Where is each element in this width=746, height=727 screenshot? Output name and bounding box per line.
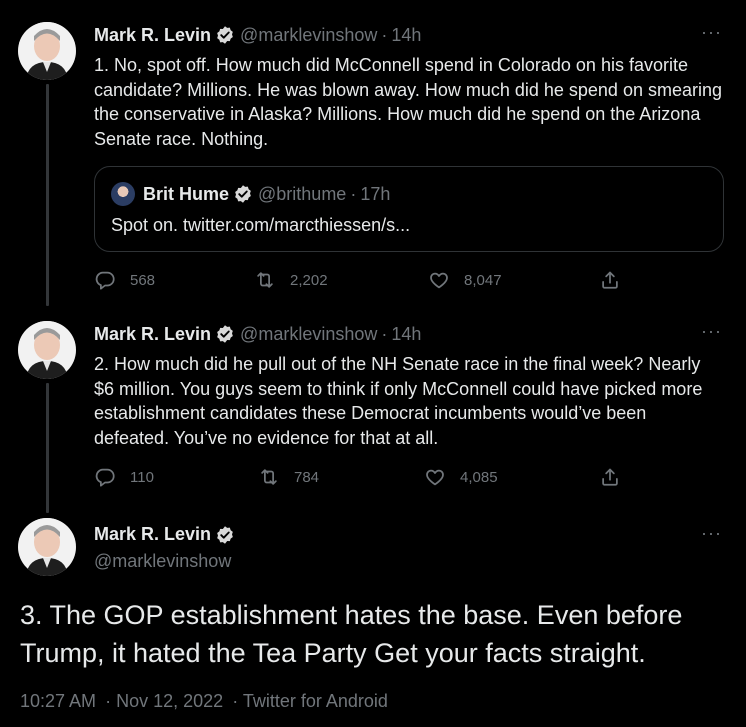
tweet-time[interactable]: 14h — [391, 25, 421, 46]
share-icon — [602, 271, 618, 289]
retweet-button[interactable]: 784 — [258, 466, 319, 488]
tweet-2[interactable]: Mark R. Levin @marklevinshow · 14h ··· 2… — [0, 305, 746, 513]
quoted-tweet[interactable]: Brit Hume @brithume · 17h Spot on. twitt… — [94, 166, 724, 252]
tweet-actions: 568 2,202 8,047 — [94, 269, 634, 293]
author-name[interactable]: Mark R. Levin — [94, 524, 211, 545]
author-handle[interactable]: @marklevinshow — [94, 551, 240, 572]
reply-count: 110 — [130, 468, 154, 486]
verified-badge-icon — [217, 525, 233, 544]
reply-button[interactable]: 110 — [94, 466, 154, 488]
more-icon[interactable]: ··· — [701, 22, 722, 43]
tweet-source[interactable]: Twitter for Android — [243, 691, 388, 711]
tweet-1[interactable]: Mark R. Levin @marklevinshow · 14h ··· 1… — [0, 0, 746, 306]
quoted-tweet-header: Brit Hume @brithume · 17h — [111, 182, 390, 206]
author-name-row: Mark R. Levin — [94, 524, 240, 545]
avatar[interactable] — [18, 518, 76, 576]
tweet-text: 1. No, spot off. How much did McConnell … — [94, 55, 722, 149]
author-handle[interactable]: @marklevinshow — [240, 25, 377, 46]
quoted-avatar — [111, 182, 135, 206]
thread-connector — [46, 383, 49, 513]
like-count: 4,085 — [460, 468, 498, 486]
avatar-image — [18, 518, 76, 576]
more-icon[interactable]: ··· — [701, 321, 722, 342]
author-name[interactable]: Mark R. Levin — [94, 324, 211, 345]
thread-connector — [46, 84, 49, 306]
tweet-date[interactable]: Nov 12, 2022 — [116, 691, 223, 711]
tweet-text: 2. How much did he pull out of the NH Se… — [94, 354, 703, 448]
tweet-header: Mark R. Levin @marklevinshow · 14h — [94, 23, 421, 47]
avatar[interactable] — [18, 22, 76, 80]
separator-dot: · — [381, 24, 388, 45]
separator-dot: · — [381, 323, 388, 344]
author-name[interactable]: Mark R. Levin — [94, 25, 211, 46]
reply-icon — [95, 468, 115, 487]
verified-badge-icon — [235, 185, 251, 203]
retweet-count: 2,202 — [290, 271, 328, 289]
tweet-timestamp[interactable]: 10:27 AM — [20, 691, 96, 711]
retweet-button[interactable]: 2,202 — [254, 269, 328, 291]
tweet-time[interactable]: 14h — [391, 324, 421, 345]
retweet-count: 784 — [294, 468, 320, 486]
share-button[interactable] — [599, 269, 635, 291]
focused-author: Mark R. Levin @marklevinshow — [94, 524, 240, 572]
like-button[interactable]: 4,085 — [424, 466, 498, 488]
quoted-tweet-text: Spot on. twitter.com/marcthiessen/s... — [111, 215, 411, 235]
avatar[interactable] — [18, 321, 76, 379]
avatar-image — [18, 22, 76, 80]
reply-count: 568 — [130, 271, 156, 289]
tweet-metadata: 10:27 AM · Nov 12, 2022 · Twitter for An… — [20, 691, 388, 712]
reply-icon — [95, 271, 115, 290]
retweet-icon — [257, 272, 273, 288]
share-button[interactable] — [599, 466, 635, 488]
separator-dot: · — [232, 691, 239, 711]
like-icon — [426, 469, 444, 486]
separator-dot: · — [350, 183, 357, 204]
quoted-author-name: Brit Hume — [143, 183, 230, 204]
author-handle[interactable]: @marklevinshow — [240, 324, 377, 345]
quoted-author-handle: @brithume — [258, 183, 347, 204]
verified-badge-icon — [217, 325, 233, 343]
verified-badge-icon — [217, 26, 233, 44]
retweet-icon — [261, 469, 277, 485]
share-icon — [602, 468, 618, 486]
like-icon — [430, 272, 448, 289]
reply-button[interactable]: 568 — [94, 269, 155, 291]
tweet-actions: 110 784 4,085 — [94, 466, 634, 490]
like-count: 8,047 — [464, 271, 502, 289]
more-icon[interactable]: ··· — [701, 523, 722, 544]
tweet-header: Mark R. Levin @marklevinshow · 14h — [94, 322, 421, 346]
like-button[interactable]: 8,047 — [428, 269, 502, 291]
tweet-thread: Mark R. Levin @marklevinshow · 14h ··· 1… — [0, 0, 746, 727]
focused-tweet-text: 3. The GOP establishment hates the base.… — [20, 600, 683, 668]
focused-tweet[interactable]: Mark R. Levin @marklevinshow ··· 3. The … — [0, 505, 746, 727]
quoted-tweet-time: 17h — [360, 183, 391, 204]
separator-dot: · — [105, 691, 112, 711]
avatar-image — [18, 321, 76, 379]
